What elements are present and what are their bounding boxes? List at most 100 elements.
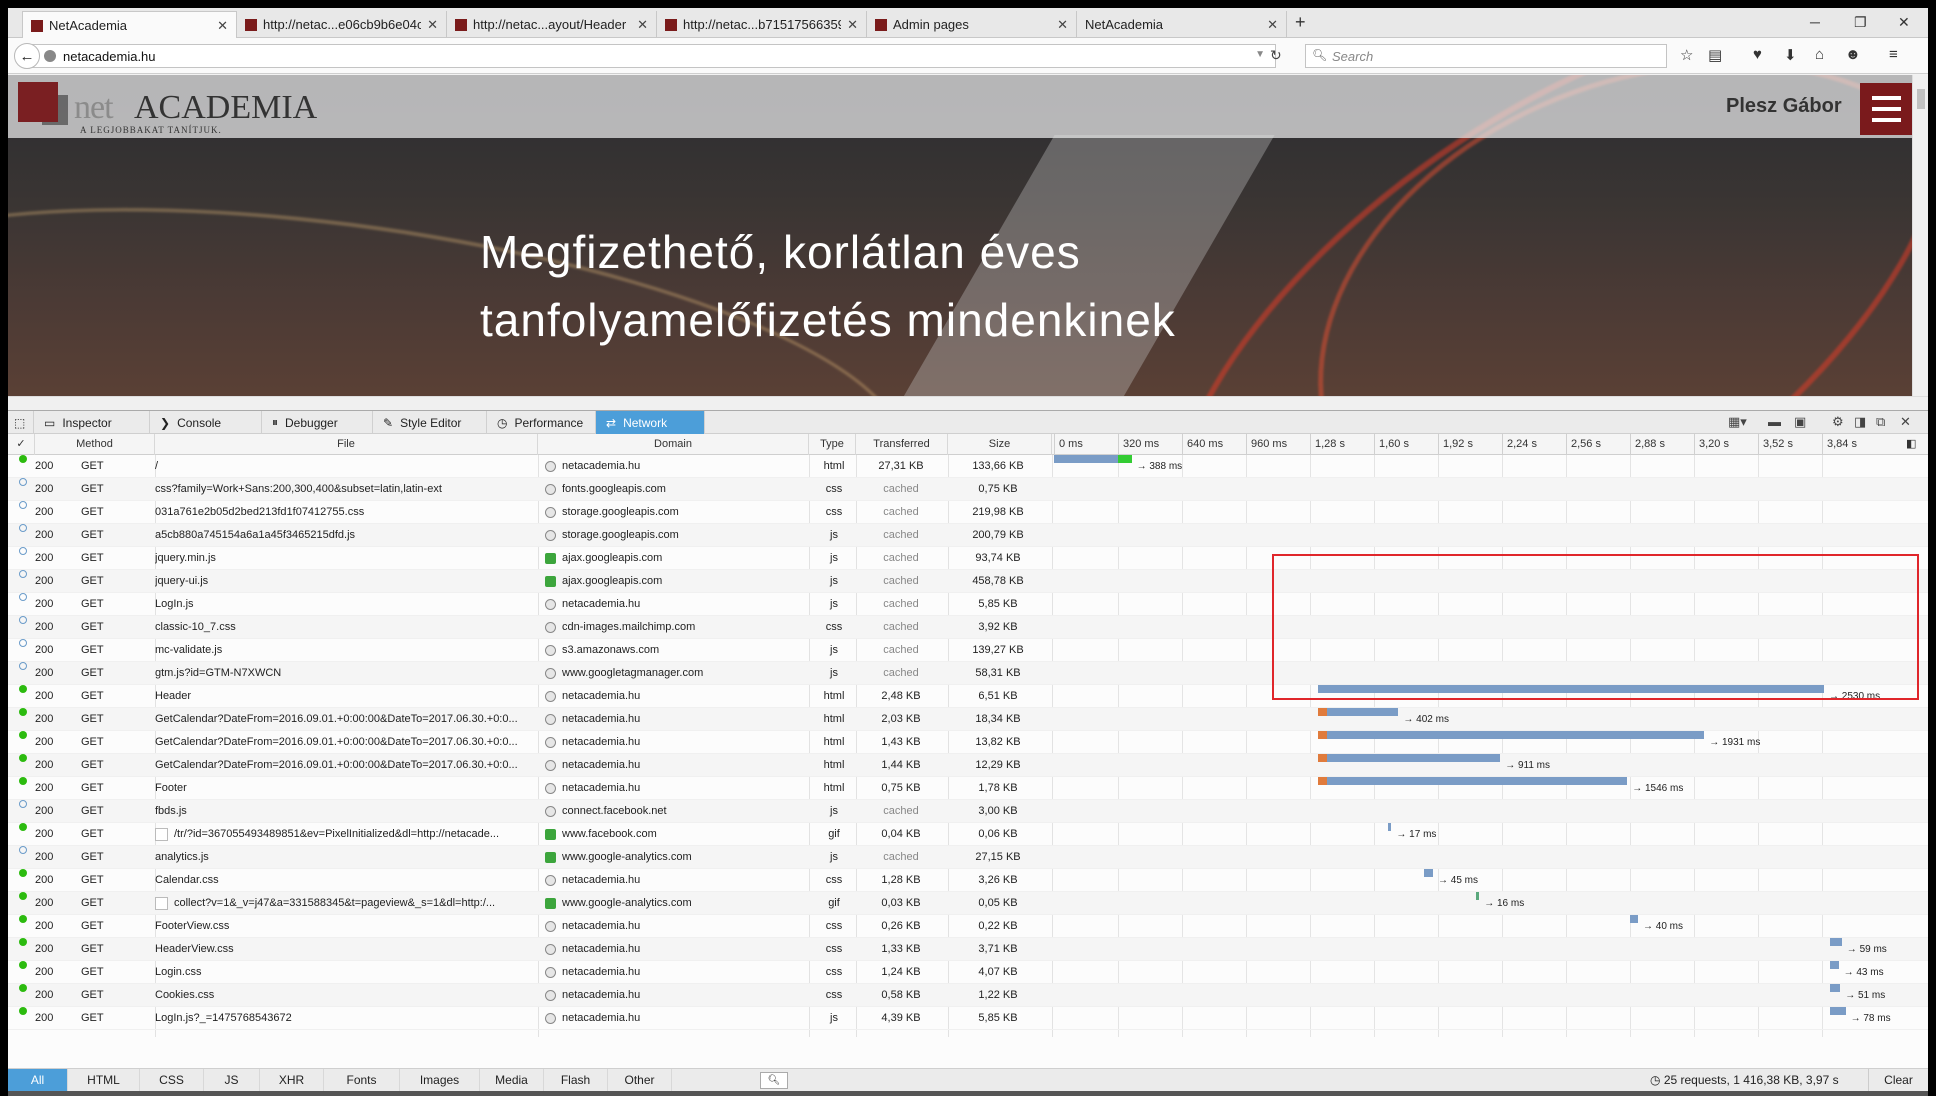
close-devtools-icon[interactable]: ✕ — [1900, 414, 1911, 430]
filter-css-button[interactable]: CSS — [140, 1069, 204, 1091]
tab-debugger[interactable]: ⏸ Debugger — [262, 411, 373, 434]
request-type: css — [825, 874, 843, 886]
request-row[interactable]: 200 GET GetCalendar?DateFrom=2016.09.01.+0… — [8, 754, 1928, 777]
search-input[interactable]: 🔍︎ Search — [1305, 44, 1667, 68]
layout-toggle-icon[interactable]: ▦▾ — [1728, 414, 1747, 430]
settings-gear-icon[interactable]: ⚙ — [1832, 414, 1844, 430]
request-row[interactable]: 200 GET fbds.js connect.facebook.net js cache… — [8, 800, 1928, 823]
request-row[interactable]: 200 GET/tr/?id=367055493489851&ev=PixelIn… — [8, 823, 1928, 846]
request-row[interactable]: 200 GET LogIn.js?_=1475768543672 netacademi… — [8, 1007, 1928, 1030]
logo-mark — [18, 82, 58, 122]
filter-images-button[interactable]: Images — [400, 1069, 480, 1091]
filter-search-icon[interactable]: 🔍︎ — [760, 1072, 788, 1089]
logo-text-academia[interactable]: ACADEMIA — [134, 89, 317, 127]
filter-flash-button[interactable]: Flash — [544, 1069, 608, 1091]
request-row[interactable]: 200 GET / netacademia.hu html 27,31 KB 133,66 … — [8, 455, 1928, 478]
back-button[interactable]: ← — [14, 43, 40, 69]
favicon-icon — [31, 19, 43, 32]
close-tab-icon[interactable]: ✕ — [427, 17, 438, 33]
request-row[interactable]: 200 GET GetCalendar?DateFrom=2016.09.01.+0… — [8, 731, 1928, 754]
home-icon[interactable]: ⌂ — [1815, 46, 1824, 63]
tab-inspector[interactable]: ▭ Inspector — [34, 411, 150, 434]
request-row[interactable]: 200 GET Footer netacademia.hu html 0,75 KB 1,7… — [8, 777, 1928, 800]
close-tab-icon[interactable]: ✕ — [847, 17, 858, 33]
page-vertical-scrollbar[interactable] — [1912, 75, 1928, 396]
request-row[interactable]: 200 GET analytics.js www.google-analytics.c… — [8, 846, 1928, 869]
site-info-icon[interactable] — [44, 50, 56, 62]
column-header-method[interactable]: Method — [35, 434, 155, 455]
undock-icon[interactable]: ⧉ — [1876, 414, 1885, 430]
column-header-size[interactable]: Size — [948, 434, 1052, 455]
reading-list-icon[interactable]: ▤ — [1708, 46, 1722, 64]
column-header-domain[interactable]: Domain — [538, 434, 809, 455]
browser-tab-admin[interactable]: Admin pages ✕ — [867, 11, 1077, 38]
responsive-mode-icon[interactable]: ▣ — [1794, 414, 1806, 430]
close-tab-icon[interactable]: ✕ — [217, 18, 228, 34]
split-console-icon[interactable]: ▬ — [1768, 414, 1781, 429]
page-horizontal-scrollbar[interactable] — [8, 396, 1928, 410]
filter-xhr-button[interactable]: XHR — [260, 1069, 324, 1091]
column-header-status[interactable]: ✓ — [8, 434, 35, 455]
tab-console[interactable]: ❯ Console — [150, 411, 262, 434]
filter-html-button[interactable]: HTML — [68, 1069, 140, 1091]
filter-all-button[interactable]: All — [8, 1069, 68, 1091]
tab-style-editor[interactable]: ✎ Style Editor — [373, 411, 487, 434]
request-transferred: cached — [883, 851, 919, 863]
filter-js-button[interactable]: JS — [204, 1069, 260, 1091]
browser-tab-netacademia[interactable]: NetAcademia ✕ — [22, 11, 237, 39]
request-row[interactable]: 200 GET a5cb880a745154a6a1a45f3465215dfd.j… — [8, 524, 1928, 547]
tab-network[interactable]: ⇄ Network — [596, 411, 705, 434]
dock-side-icon[interactable]: ◨ — [1854, 414, 1866, 430]
logo-text-net[interactable]: net — [74, 89, 114, 127]
waterfall-bar — [1327, 731, 1705, 739]
new-tab-icon[interactable]: + — [1295, 12, 1306, 33]
minimize-icon[interactable]: ─ — [1810, 14, 1820, 30]
hamburger-menu-button[interactable] — [1860, 83, 1912, 135]
hamburger-line — [1872, 107, 1901, 111]
url-bar[interactable]: netacademia.hu ▼ — [32, 44, 1276, 68]
browser-tab-6[interactable]: NetAcademia ✕ — [1077, 11, 1287, 38]
element-picker-button[interactable]: ⬚ — [8, 411, 34, 434]
toggle-sidebar-icon[interactable]: ◧ — [1906, 437, 1916, 450]
lock-icon — [545, 852, 556, 863]
column-header-transferred[interactable]: Transferred — [856, 434, 948, 455]
url-text[interactable]: netacademia.hu — [63, 49, 156, 64]
request-row[interactable]: 200 GET Calendar.css netacademia.hu css 1,28 … — [8, 869, 1928, 892]
dropdown-arrow-icon[interactable]: ▼ — [1255, 49, 1265, 60]
request-row[interactable]: 200 GET Login.css netacademia.hu css 1,24 KB 4… — [8, 961, 1928, 984]
restore-icon[interactable]: ❐ — [1854, 14, 1867, 31]
browser-tab-4[interactable]: http://netac...b71517566359 ✕ — [657, 11, 867, 38]
user-name-link[interactable]: Plesz Gábor — [1726, 95, 1842, 118]
chat-icon[interactable]: ☻ — [1845, 46, 1861, 63]
filter-fonts-button[interactable]: Fonts — [324, 1069, 400, 1091]
request-row[interactable]: 200 GET 031a761e2b05d2bed213fd1f07412755.c… — [8, 501, 1928, 524]
close-tab-icon[interactable]: ✕ — [1267, 17, 1278, 33]
close-tab-icon[interactable]: ✕ — [1057, 17, 1068, 33]
tab-performance[interactable]: ◷ Performance — [487, 411, 596, 434]
menu-icon[interactable]: ≡ — [1889, 46, 1898, 63]
filter-other-button[interactable]: Other — [608, 1069, 672, 1091]
browser-tab-3[interactable]: http://netac...ayout/Header ✕ — [447, 11, 657, 38]
request-file: jquery-ui.js — [155, 575, 209, 587]
request-row[interactable]: 200 GET collect?v=1&_v=j47&a=331588345&t=p… — [8, 892, 1928, 915]
request-size: 200,79 KB — [972, 529, 1024, 541]
close-tab-icon[interactable]: ✕ — [637, 17, 648, 33]
waterfall-duration-label: → 17 ms — [1396, 829, 1437, 840]
filter-media-button[interactable]: Media — [480, 1069, 544, 1091]
pocket-icon[interactable]: ♥ — [1753, 46, 1762, 63]
request-type: css — [825, 966, 843, 978]
download-icon[interactable]: ⬇ — [1784, 46, 1797, 64]
clear-button[interactable]: Clear — [1868, 1069, 1928, 1091]
bookmark-star-icon[interactable]: ☆ — [1680, 46, 1693, 64]
scrollbar-thumb[interactable] — [1917, 89, 1925, 109]
column-header-file[interactable]: File — [155, 434, 538, 455]
request-row[interactable]: 200 GET css?family=Work+Sans:200,300,400&s… — [8, 478, 1928, 501]
request-row[interactable]: 200 GET HeaderView.css netacademia.hu css 1,3… — [8, 938, 1928, 961]
close-window-icon[interactable]: ✕ — [1898, 14, 1910, 31]
column-header-type[interactable]: Type — [809, 434, 856, 455]
browser-tab-2[interactable]: http://netac...e06cb9b6e04c ✕ — [237, 11, 447, 38]
request-row[interactable]: 200 GET Cookies.css netacademia.hu css 0,58 K… — [8, 984, 1928, 1007]
reload-icon[interactable]: ↻ — [1270, 47, 1282, 64]
request-row[interactable]: 200 GET GetCalendar?DateFrom=2016.09.01.+0… — [8, 708, 1928, 731]
request-row[interactable]: 200 GET FooterView.css netacademia.hu css 0,2… — [8, 915, 1928, 938]
